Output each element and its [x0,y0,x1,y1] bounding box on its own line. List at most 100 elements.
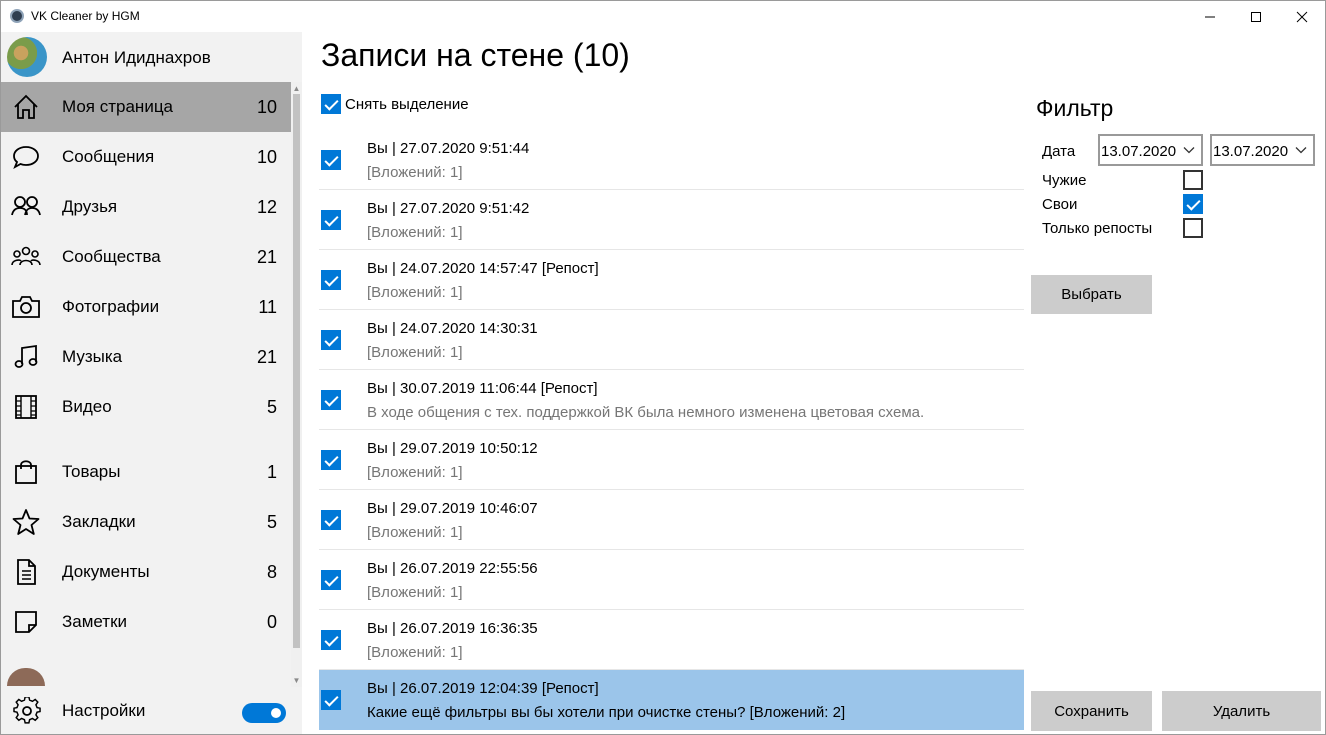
sidebar-item-count: 10 [256,147,277,167]
post-header: Вы | 24.07.2020 14:57:47 [Репост] [367,260,599,277]
date-to-select[interactable]: 13.07.2020 [1210,134,1315,166]
app-window: VK Cleaner by HGM Антон Идиднахров Моя с… [0,0,1326,735]
list-item[interactable]: Вы | 26.07.2019 16:36:35 [Вложений: 1] [319,610,1024,670]
sidebar: Антон Идиднахров Моя страница 10 Сообщен… [1,32,302,734]
list-item[interactable]: Вы | 29.07.2019 10:50:12 [Вложений: 1] [319,430,1024,490]
save-button[interactable]: Сохранить [1031,691,1152,731]
sidebar-item-documents[interactable]: Документы 8 [1,547,291,597]
post-header: Вы | 27.07.2020 9:51:44 [367,140,530,157]
post-checkbox[interactable] [321,690,341,710]
deselect-label: Снять выделение [345,96,469,113]
date-to-value: 13.07.2020 [1213,143,1289,160]
sidebar-item-notes[interactable]: Заметки 0 [1,597,291,647]
post-description: [Вложений: 1] [367,344,463,361]
scrollbar-thumb[interactable] [293,94,300,648]
scroll-down-icon[interactable]: ▼ [291,675,302,686]
sidebar-item-my-page[interactable]: Моя страница 10 [1,82,291,132]
reposts-only-checkbox[interactable] [1183,218,1203,238]
post-header: Вы | 30.07.2019 11:06:44 [Репост] [367,380,598,397]
post-checkbox[interactable] [321,270,341,290]
list-item[interactable]: Вы | 24.07.2020 14:57:47 [Репост] [Вложе… [319,250,1024,310]
close-button[interactable] [1279,1,1325,32]
date-from-value: 13.07.2020 [1101,143,1177,160]
sidebar-item-bookmarks[interactable]: Закладки 5 [1,497,291,547]
own-checkbox[interactable] [1183,194,1203,214]
post-description: В ходе общения с тех. поддержкой ВК была… [367,404,925,421]
post-header: Вы | 26.07.2019 22:55:56 [367,560,538,577]
post-header: Вы | 27.07.2020 9:51:42 [367,200,530,217]
list-item-selected[interactable]: Вы | 26.07.2019 12:04:39 [Репост] Какие … [319,670,1024,730]
post-checkbox[interactable] [321,330,341,350]
reposts-only-label: Только репосты [1042,220,1153,237]
title-bar: VK Cleaner by HGM [1,1,1325,32]
sidebar-item-label: Закладки [62,512,136,531]
list-item[interactable]: Вы | 30.07.2019 11:06:44 [Репост] В ходе… [319,370,1024,430]
sidebar-item-label: Сообщения [62,147,155,166]
camera-icon [11,292,41,322]
own-label: Свои [1042,196,1078,213]
list-item[interactable]: Вы | 24.07.2020 14:30:31 [Вложений: 1] [319,310,1024,370]
minimize-button[interactable] [1187,1,1233,32]
list-item[interactable]: Вы | 27.07.2020 9:51:42 [Вложений: 1] [319,190,1024,250]
sidebar-item-label: Музыка [62,347,123,366]
sidebar-item-count: 21 [256,247,277,267]
post-header: Вы | 29.07.2019 10:46:07 [367,500,538,517]
gear-icon [13,696,41,725]
sidebar-item-count: 12 [256,197,277,217]
list-item[interactable]: Вы | 27.07.2020 9:51:44 [Вложений: 1] [319,130,1024,190]
chevron-down-icon [1183,147,1195,154]
list-item[interactable]: Вы | 29.07.2019 10:46:07 [Вложений: 1] [319,490,1024,550]
sidebar-item-market[interactable]: Товары 1 [1,447,291,497]
page-title: Записи на стене (10) [321,37,630,73]
post-checkbox[interactable] [321,150,341,170]
sidebar-scrollbar[interactable]: ▲ ▼ [291,82,302,687]
post-header: Вы | 26.07.2019 16:36:35 [367,620,538,637]
list-item[interactable]: Вы | 26.07.2019 22:55:56 [Вложений: 1] [319,550,1024,610]
post-checkbox[interactable] [321,210,341,230]
star-icon [11,507,41,537]
sidebar-item-label: Сообщества [62,247,161,266]
sidebar-item-music[interactable]: Музыка 21 [1,332,291,382]
film-icon [11,392,41,422]
post-checkbox[interactable] [321,570,341,590]
date-from-select[interactable]: 13.07.2020 [1098,134,1203,166]
post-checkbox[interactable] [321,510,341,530]
profile-name: Антон Идиднахров [62,48,211,67]
post-description: [Вложений: 1] [367,224,463,241]
sidebar-item-messages[interactable]: Сообщения 10 [1,132,291,182]
post-header: Вы | 26.07.2019 12:04:39 [Репост] [367,680,599,697]
sidebar-item-count: 8 [266,562,277,582]
sidebar-item-label: Друзья [62,197,118,216]
filter-title: Фильтр [1036,95,1114,121]
sidebar-item-label: Товары [62,462,121,481]
scroll-up-icon[interactable]: ▲ [291,83,302,94]
checkbox[interactable] [321,94,341,114]
sidebar-item-groups[interactable]: Сообщества 21 [1,232,291,282]
post-checkbox[interactable] [321,450,341,470]
avatar [7,37,47,77]
others-checkbox[interactable] [1183,170,1203,190]
sidebar-item-photos[interactable]: Фотографии 11 [1,282,291,332]
sidebar-item-friends[interactable]: Друзья 12 [1,182,291,232]
sidebar-item-count: 0 [266,612,277,632]
post-description: [Вложений: 1] [367,584,463,601]
sidebar-item-count: 5 [266,512,277,532]
post-description: [Вложений: 1] [367,464,463,481]
maximize-button[interactable] [1233,1,1279,32]
settings-row[interactable]: Настройки [1,687,302,734]
delete-button[interactable]: Удалить [1162,691,1321,731]
sidebar-item-label: Заметки [62,612,128,631]
account-avatar[interactable] [7,668,45,686]
profile-header[interactable]: Антон Идиднахров [1,32,291,82]
select-button[interactable]: Выбрать [1031,275,1152,314]
post-checkbox[interactable] [321,630,341,650]
post-checkbox[interactable] [321,390,341,410]
posts-list: Вы | 27.07.2020 9:51:44 [Вложений: 1] Вы… [319,130,1024,730]
settings-toggle[interactable] [242,703,286,723]
sidebar-item-video[interactable]: Видео 5 [1,382,291,432]
sidebar-item-label: Моя страница [62,97,174,116]
sidebar-item-count: 1 [266,462,277,482]
sidebar-item-label: Фотографии [62,297,160,316]
home-icon [11,92,41,122]
groups-icon [11,242,41,272]
